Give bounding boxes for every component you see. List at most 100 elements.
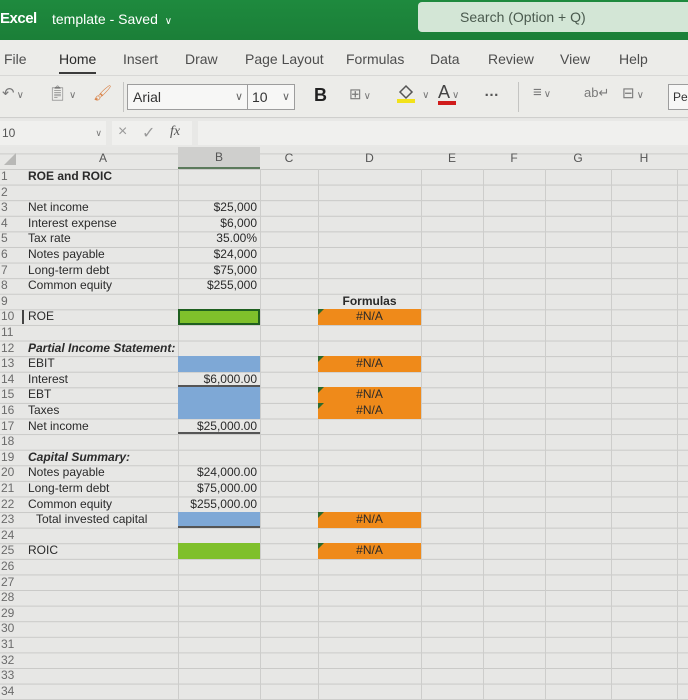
tab-help[interactable]: Help xyxy=(619,51,648,67)
input-cell-b[interactable] xyxy=(178,356,260,372)
cell-a[interactable]: ROE xyxy=(28,309,54,325)
cell-a[interactable]: Tax rate xyxy=(28,231,71,247)
formula-error-cell[interactable]: #N/A xyxy=(318,403,421,419)
cell-a[interactable]: Notes payable xyxy=(28,247,105,263)
row-number[interactable]: 28 xyxy=(1,590,14,606)
row-number[interactable]: 18 xyxy=(1,434,14,450)
column-header-h[interactable]: H xyxy=(611,151,677,165)
search-input[interactable]: Search (Option + Q) xyxy=(418,2,688,32)
cell-a[interactable]: Taxes xyxy=(28,403,59,419)
cell-b[interactable]: $255,000.00 xyxy=(178,497,260,513)
font-size-select[interactable]: 10 ∨ xyxy=(247,84,295,110)
align-button[interactable]: ≡ ∨ xyxy=(533,84,551,101)
tab-data[interactable]: Data xyxy=(430,51,460,67)
column-header-d[interactable]: D xyxy=(318,151,421,165)
cell-a[interactable]: Capital Summary: xyxy=(28,450,130,466)
cell-a[interactable]: ROIC xyxy=(28,543,58,559)
fx-icon[interactable]: fx xyxy=(170,124,180,140)
borders-button[interactable]: ⊞ ∨ xyxy=(349,85,371,103)
cell-b[interactable]: $25,000 xyxy=(178,200,260,216)
column-header-f[interactable]: F xyxy=(483,151,545,165)
row-number[interactable]: 10 xyxy=(1,309,14,325)
format-painter-button[interactable]: 🖌︎ xyxy=(93,84,112,102)
row-number[interactable]: 31 xyxy=(1,637,14,653)
row-number[interactable]: 30 xyxy=(1,621,14,637)
row-number[interactable]: 16 xyxy=(1,403,14,419)
input-cell-b[interactable] xyxy=(178,387,260,403)
font-name-select[interactable]: Arial ∨ xyxy=(127,84,248,110)
row-number[interactable]: 27 xyxy=(1,575,14,591)
cell-b[interactable]: $24,000 xyxy=(178,247,260,263)
cell-a[interactable]: Notes payable xyxy=(28,465,105,481)
fill-color-button[interactable]: ∨ xyxy=(396,82,430,108)
cell-b[interactable]: $6,000 xyxy=(178,216,260,232)
cell-a[interactable]: Partial Income Statement: xyxy=(28,341,175,357)
cell-b[interactable]: $24,000.00 xyxy=(178,465,260,481)
formula-error-cell[interactable]: #N/A xyxy=(318,543,421,559)
formula-input[interactable] xyxy=(198,121,688,145)
row-number[interactable]: 22 xyxy=(1,497,14,513)
enter-icon[interactable]: ✓ xyxy=(142,123,155,143)
name-box[interactable]: 10 ∨ xyxy=(0,121,106,145)
select-all-corner[interactable] xyxy=(4,153,16,165)
bold-button[interactable]: B xyxy=(314,85,327,106)
cell-a[interactable]: Interest expense xyxy=(28,216,117,232)
tab-home[interactable]: Home xyxy=(59,51,97,74)
row-number[interactable]: 8 xyxy=(1,278,8,294)
row-number[interactable]: 3 xyxy=(1,200,8,216)
cancel-icon[interactable]: × xyxy=(118,123,127,141)
formula-error-cell[interactable]: #N/A xyxy=(318,512,421,528)
row-number[interactable]: 34 xyxy=(1,684,14,700)
column-header-b[interactable]: B xyxy=(178,147,260,169)
cell-b[interactable]: $25,000.00 xyxy=(178,419,260,435)
row-number[interactable]: 15 xyxy=(1,387,14,403)
wrap-text-button[interactable]: ab↵ xyxy=(584,85,609,101)
tab-insert[interactable]: Insert xyxy=(123,51,158,67)
font-color-button[interactable]: A ∨ xyxy=(438,82,459,105)
column-header-c[interactable]: C xyxy=(260,151,318,165)
row-number[interactable]: 4 xyxy=(1,216,8,232)
cell-b[interactable]: $75,000 xyxy=(178,263,260,279)
row-number[interactable]: 7 xyxy=(1,263,8,279)
formula-error-cell[interactable]: #N/A xyxy=(318,309,421,325)
row-number[interactable]: 25 xyxy=(1,543,14,559)
tab-formulas[interactable]: Formulas xyxy=(346,51,404,67)
row-number[interactable]: 1 xyxy=(1,169,8,185)
input-cell-b[interactable] xyxy=(178,403,260,419)
cell-a[interactable]: Net income xyxy=(28,419,89,435)
undo-button[interactable]: ↶ ∨ xyxy=(2,84,24,102)
row-number[interactable]: 11 xyxy=(1,325,13,341)
merge-button[interactable]: ⊟ ∨ xyxy=(622,84,644,102)
output-cell-b[interactable] xyxy=(178,543,260,559)
cell-a[interactable]: ROE and ROIC xyxy=(28,169,112,185)
spreadsheet-grid[interactable]: A B C D E F G H 1 ROE and ROIC 2 3 Net incom… xyxy=(0,147,688,700)
row-number[interactable]: 6 xyxy=(1,247,8,263)
tab-draw[interactable]: Draw xyxy=(185,51,218,67)
tab-file[interactable]: File xyxy=(4,51,27,67)
row-number[interactable]: 9 xyxy=(1,294,8,310)
column-header-a[interactable]: A xyxy=(28,151,178,165)
row-number[interactable]: 24 xyxy=(1,528,14,544)
cell-a[interactable]: Interest xyxy=(28,372,68,388)
cell-a[interactable]: Total invested capital xyxy=(36,512,147,528)
output-cell-b[interactable] xyxy=(178,309,260,325)
tab-review[interactable]: Review xyxy=(488,51,534,67)
row-number[interactable]: 13 xyxy=(1,356,14,372)
cell-a[interactable]: Long-term debt xyxy=(28,481,109,497)
cell-b[interactable]: $255,000 xyxy=(178,278,260,294)
row-number[interactable]: 17 xyxy=(1,419,14,435)
row-number[interactable]: 26 xyxy=(1,559,14,575)
row-number[interactable]: 33 xyxy=(1,668,14,684)
more-options-button[interactable]: … xyxy=(484,83,499,100)
row-number[interactable]: 12 xyxy=(1,341,14,357)
input-cell-b[interactable] xyxy=(178,512,260,528)
cell-a[interactable]: Long-term debt xyxy=(28,263,109,279)
row-number[interactable]: 14 xyxy=(1,372,14,388)
cell-a[interactable]: EBT xyxy=(28,387,51,403)
cell-a[interactable]: Common equity xyxy=(28,497,112,513)
tab-view[interactable]: View xyxy=(560,51,590,67)
formula-error-cell[interactable]: #N/A xyxy=(318,387,421,403)
row-number[interactable]: 20 xyxy=(1,465,14,481)
column-header-e[interactable]: E xyxy=(421,151,483,165)
paste-button[interactable]: 📋︎ ∨ xyxy=(48,84,76,102)
